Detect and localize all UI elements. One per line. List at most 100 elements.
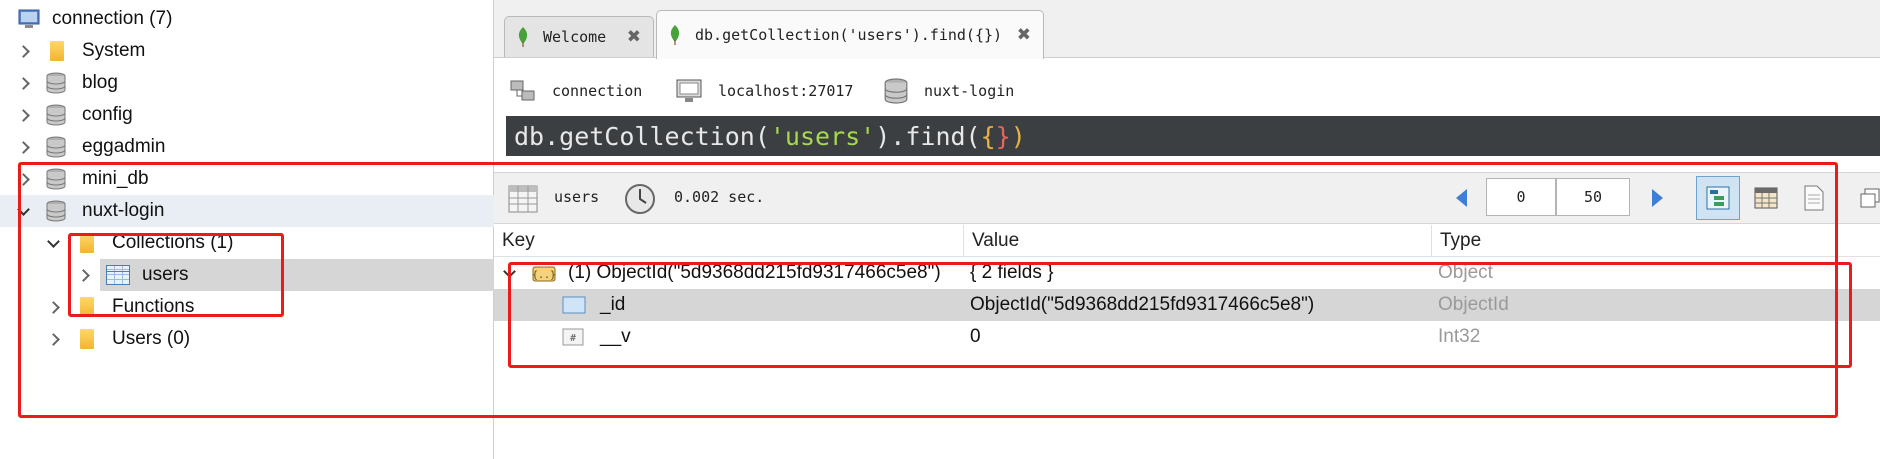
database-icon — [884, 78, 908, 104]
tree-view-icon — [1706, 186, 1730, 210]
folder-icon — [80, 329, 94, 349]
leaf-icon — [518, 27, 528, 47]
tree-item-nuxt-login[interactable]: nuxt-login — [0, 195, 494, 227]
tab-welcome[interactable]: Welcome ✖ — [504, 16, 654, 57]
tab-bar: Welcome ✖ db.getCollection('users').find… — [494, 0, 1880, 59]
tree-item-blog[interactable]: blog — [0, 67, 494, 99]
tree-item-eggadmin[interactable]: eggadmin — [0, 131, 494, 163]
collapse-arrow-icon[interactable] — [500, 264, 518, 282]
results-grid: Key Value Type {..} (1) ObjectId("5d9368… — [494, 225, 1880, 459]
collection-table-icon — [106, 265, 130, 285]
collapse-arrow-icon[interactable] — [14, 202, 32, 220]
database-icon — [46, 104, 66, 126]
tree-item-config[interactable]: config — [0, 99, 494, 131]
expand-arrow-icon[interactable] — [14, 106, 32, 124]
text-view-button[interactable] — [1792, 176, 1836, 220]
column-key[interactable]: Key — [494, 225, 964, 257]
results-time: 0.002 sec. — [674, 188, 765, 206]
folder-icon — [80, 297, 94, 317]
tree-item-users-group[interactable]: Users (0) — [0, 323, 494, 355]
collection-table-icon — [508, 185, 538, 213]
svg-text:{..}: {..} — [532, 270, 556, 281]
next-page-icon[interactable] — [1652, 189, 1663, 207]
tree-view-button[interactable] — [1696, 176, 1740, 220]
expand-arrow-icon[interactable] — [14, 170, 32, 188]
query-prefix: db.getCollection( — [514, 121, 770, 151]
expand-arrow-icon[interactable] — [14, 42, 32, 60]
results-collection: users — [554, 188, 600, 206]
connection-info-bar: connection localhost:27017 nuxt-login — [494, 72, 1880, 110]
query-brace-open: { — [980, 121, 996, 151]
expand-arrow-icon[interactable] — [14, 74, 32, 92]
conn-database: nuxt-login — [884, 72, 1014, 110]
close-icon[interactable]: ✖ — [627, 27, 641, 47]
expand-arrow-icon[interactable] — [74, 266, 92, 284]
copy-icon[interactable] — [1860, 187, 1880, 209]
table-row[interactable]: _id ObjectId("5d9368dd215fd9317466c5e8")… — [494, 289, 1880, 321]
conn-database-label: nuxt-login — [924, 82, 1015, 100]
row-key: _id — [600, 294, 626, 315]
row-value: { 2 fields } — [970, 262, 1054, 283]
tree-item-label: config — [82, 104, 133, 125]
column-value[interactable]: Value — [964, 225, 1432, 257]
connection-tree: connection (7) System blog config eggadm… — [0, 0, 494, 459]
tab-label: Welcome — [543, 28, 607, 46]
grid-header: Key Value Type — [494, 225, 1880, 257]
query-brace-close: } — [995, 121, 1011, 151]
tree-item-label: users — [142, 264, 189, 285]
database-icon — [46, 200, 66, 222]
query-suffix: ).find( — [875, 121, 981, 151]
query-editor[interactable]: db.getCollection('users').find({}) — [506, 116, 1880, 156]
tree-connection[interactable]: connection (7) — [0, 3, 494, 35]
table-row[interactable]: # __v 0 Int32 — [494, 321, 1880, 353]
tree-item-label: Functions — [112, 296, 195, 317]
tab-query[interactable]: db.getCollection('users').find({}) ✖ — [656, 10, 1044, 59]
tree-item-label: blog — [82, 72, 118, 93]
tree-item-label: System — [82, 40, 146, 61]
conn-host-label: localhost:27017 — [718, 82, 854, 100]
row-type: ObjectId — [1438, 294, 1509, 315]
expand-arrow-icon[interactable] — [14, 138, 32, 156]
page-size-input[interactable] — [1556, 178, 1630, 216]
int-icon: # — [562, 328, 584, 346]
tree-item-collections[interactable]: Collections (1) — [0, 227, 494, 259]
tree-item-mini-db[interactable]: mini_db — [0, 163, 494, 195]
query-end: ) — [1010, 121, 1026, 151]
svg-text:#: # — [570, 333, 576, 344]
tree-item-users-collection[interactable]: users — [0, 259, 494, 291]
collapse-arrow-icon[interactable] — [44, 234, 62, 252]
tab-label: db.getCollection('users').find({}) — [695, 26, 1003, 44]
table-row[interactable]: {..} (1) ObjectId("5d9368dd215fd9317466c… — [494, 257, 1880, 289]
connection-label: connection (7) — [52, 8, 173, 29]
close-icon[interactable]: ✖ — [1017, 25, 1031, 45]
monitor-icon — [676, 79, 702, 102]
conn-connection-label: connection — [552, 82, 643, 100]
object-icon: {..} — [532, 266, 556, 282]
clock-icon — [625, 184, 655, 214]
conn-connection: connection — [510, 72, 642, 110]
document-icon — [1804, 185, 1824, 211]
table-view-button[interactable] — [1744, 176, 1788, 220]
network-icon — [510, 80, 535, 101]
tree-item-label: Collections (1) — [112, 232, 234, 253]
database-icon — [46, 168, 66, 190]
conn-host: localhost:27017 — [676, 72, 853, 110]
previous-page-icon[interactable] — [1456, 189, 1467, 207]
expand-arrow-icon[interactable] — [44, 298, 62, 316]
database-icon — [46, 136, 66, 158]
expand-arrow-icon[interactable] — [44, 330, 62, 348]
tree-item-label: Users (0) — [112, 328, 191, 349]
tree-item-functions[interactable]: Functions — [0, 291, 494, 323]
column-type[interactable]: Type — [1432, 225, 1880, 257]
leaf-icon — [670, 25, 680, 45]
row-value: ObjectId("5d9368dd215fd9317466c5e8") — [970, 294, 1315, 315]
page-start-input[interactable] — [1486, 178, 1556, 216]
row-type: Int32 — [1438, 326, 1481, 347]
row-value: 0 — [970, 326, 981, 347]
folder-icon — [50, 41, 64, 61]
tree-item-system[interactable]: System — [0, 35, 494, 67]
row-key: __v — [600, 326, 631, 347]
computer-icon — [18, 9, 40, 28]
objectid-icon — [562, 296, 586, 314]
row-key: (1) ObjectId("5d9368dd215fd9317466c5e8") — [568, 262, 941, 283]
